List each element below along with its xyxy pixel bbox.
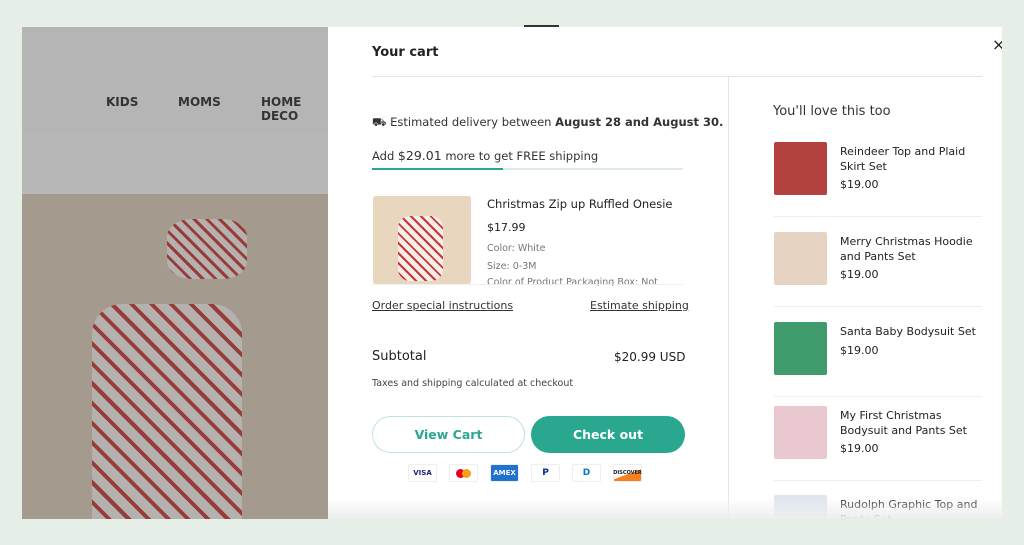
overlay[interactable] [22, 27, 328, 519]
truck-icon: ⛟ [372, 115, 391, 129]
paypal-icon: P [531, 464, 560, 482]
recommendation-name[interactable]: Merry Christmas Hoodie and Pants Set [840, 234, 990, 264]
recommendation-price: $19.00 [840, 442, 879, 455]
divider [728, 77, 729, 519]
recommendations-title: You'll love this too [773, 104, 891, 119]
mastercard-icon [449, 464, 478, 482]
recommendation-name[interactable]: Reindeer Top and Plaid Skirt Set [840, 144, 990, 174]
subtotal-value: $20.99 USD [614, 350, 686, 364]
cart-title: Your cart [372, 45, 439, 60]
recommendation-price: $19.00 [840, 178, 879, 191]
recommendation-price: $19.00 [840, 344, 879, 357]
cart-item-color: Color: White [487, 243, 546, 254]
diners-icon: D [572, 464, 601, 482]
discover-icon: DISCOVER [613, 464, 642, 482]
divider [774, 396, 982, 397]
payment-icons: VISA AMEX P D DISCOVER [408, 464, 642, 482]
divider [774, 306, 982, 307]
store-page: KIDS MOMS HOME DECO [22, 27, 328, 519]
tax-note: Taxes and shipping calculated at checkou… [372, 378, 574, 389]
delivery-estimate: ⛟ Estimated delivery between August 28 a… [372, 115, 724, 129]
view-cart-button[interactable]: View Cart [372, 416, 525, 453]
order-instructions-link[interactable]: Order special instructions [372, 299, 513, 312]
divider [774, 480, 982, 481]
visa-icon: VISA [408, 464, 437, 482]
divider [774, 216, 982, 217]
amex-icon: AMEX [490, 464, 519, 482]
divider [372, 284, 683, 285]
cart-item-size: Size: 0-3M [487, 261, 537, 272]
subtotal-label: Subtotal [372, 349, 427, 364]
recommendation-name[interactable]: My First Christmas Bodysuit and Pants Se… [840, 408, 990, 438]
recommendation-image[interactable] [774, 142, 827, 195]
estimate-shipping-link[interactable]: Estimate shipping [590, 299, 689, 312]
recommendation-name[interactable]: Santa Baby Bodysuit Set [840, 324, 990, 339]
close-icon[interactable]: × [992, 35, 1002, 54]
recommendation-image[interactable] [774, 406, 827, 459]
cart-item-name[interactable]: Christmas Zip up Ruffled Onesie [487, 197, 673, 211]
browser-viewport: KIDS MOMS HOME DECO Your cart × ⛟ Estima… [22, 27, 1002, 519]
shipping-progress-bar [372, 168, 683, 170]
recommendation-image[interactable] [774, 322, 827, 375]
recommendation-image[interactable] [774, 232, 827, 285]
cart-item-image[interactable] [373, 196, 471, 284]
divider [372, 76, 982, 77]
cart-drawer: Your cart × ⛟ Estimated delivery between… [328, 27, 1002, 519]
free-shipping-message: Add $29.01 more to get FREE shipping [372, 148, 599, 163]
recommendation-price: $19.00 [840, 268, 879, 281]
scroll-fade [328, 497, 1002, 519]
checkout-button[interactable]: Check out [531, 416, 685, 453]
cart-item-price: $17.99 [487, 221, 526, 234]
